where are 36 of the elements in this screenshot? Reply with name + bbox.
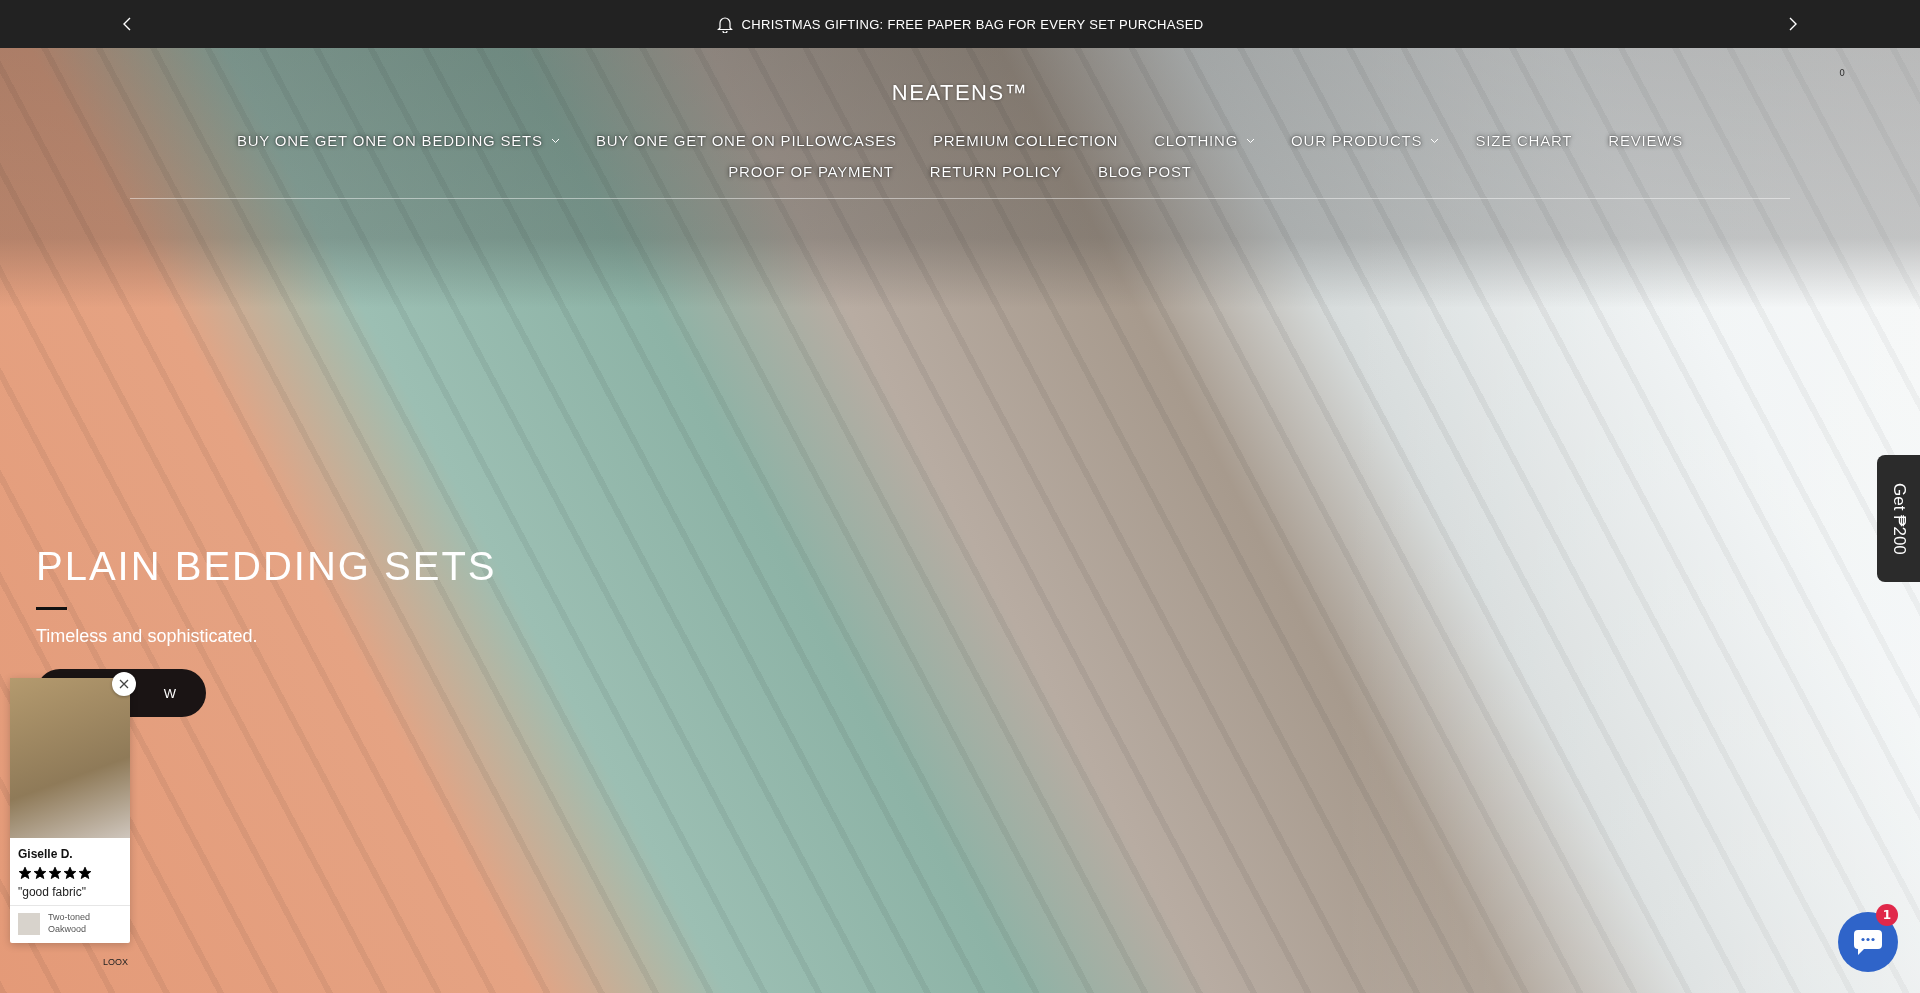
chevron-right-icon xyxy=(1788,17,1798,31)
notification-badge: 1 xyxy=(1876,904,1898,926)
review-quote: "good fabric" xyxy=(18,885,87,899)
nav-link[interactable]: BUY ONE GET ONE ON PILLOWCASES xyxy=(595,132,897,149)
nav-link[interactable]: PROOF OF PAYMENT xyxy=(728,163,894,180)
nav-link[interactable]: OUR PRODUCTS xyxy=(1291,132,1440,149)
close-icon xyxy=(119,679,129,689)
nav-link[interactable]: PREMIUM COLLECTION xyxy=(932,132,1119,149)
product-name[interactable]: Two-toned Oakwood xyxy=(48,912,122,936)
nav-link[interactable]: CLOTHING xyxy=(1154,132,1256,149)
cart-count[interactable]: 0 xyxy=(1839,68,1845,78)
star-icon xyxy=(33,866,47,880)
nav-link[interactable]: RETURN POLICY xyxy=(929,163,1062,180)
chat-icon xyxy=(1852,927,1884,957)
star-icon xyxy=(63,866,77,880)
star-icon xyxy=(18,866,32,880)
star-icon xyxy=(48,866,62,880)
star-icon xyxy=(78,866,92,880)
bell-icon xyxy=(716,15,733,33)
nav-link[interactable]: BUY ONE GET ONE ON BEDDING SETS xyxy=(236,132,560,149)
chevron-left-icon xyxy=(122,17,132,31)
product-thumbnail xyxy=(18,912,40,935)
reviewer-name: Giselle D. xyxy=(18,847,74,861)
hero-title: PLAIN BEDDING SETS xyxy=(36,544,497,589)
store-logo[interactable]: NEATENS™ xyxy=(891,80,1029,106)
nav-link[interactable]: REVIEWS xyxy=(1608,132,1684,149)
caret-icon xyxy=(550,137,560,144)
hero-subtitle: Timeless and sophisticated. xyxy=(36,626,258,647)
reward-tab[interactable]: Get ₱200 xyxy=(1877,455,1920,582)
title-underline xyxy=(36,607,67,610)
caret-icon xyxy=(1246,137,1256,144)
chat-button[interactable] xyxy=(1838,912,1898,972)
nav-link[interactable]: BLOG POST xyxy=(1097,163,1192,180)
brand-label: LOOX xyxy=(103,957,128,967)
caret-icon xyxy=(1430,137,1440,144)
announcement-text: CHRISTMAS GIFTING: FREE PAPER BAG FOR EVERY SET PURCHASED xyxy=(741,16,1204,32)
